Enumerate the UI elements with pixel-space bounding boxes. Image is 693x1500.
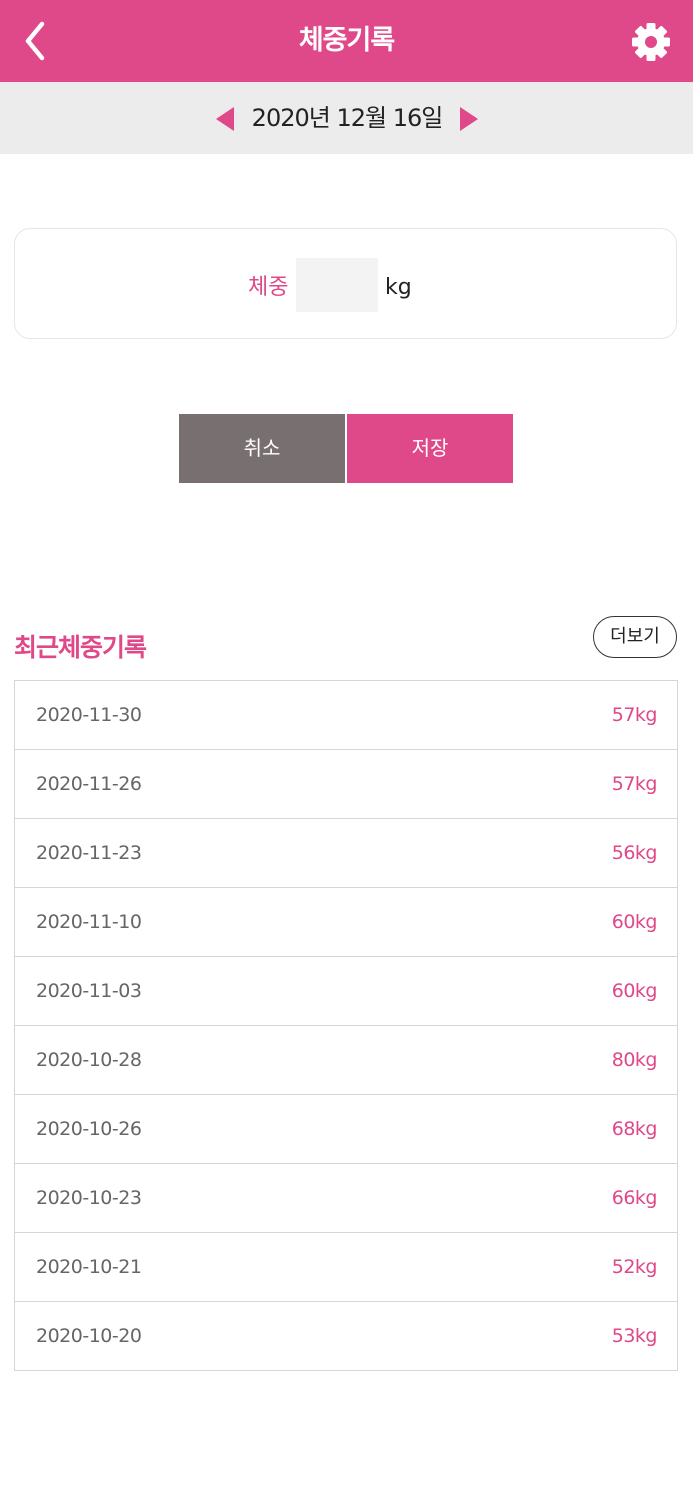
date-navigator: 2020년 12월 16일: [0, 82, 693, 154]
record-weight: 60kg: [611, 980, 658, 1002]
list-item: 2020-10-26 68kg: [15, 1095, 677, 1164]
record-weight: 57kg: [611, 773, 658, 795]
weight-label: 체중: [248, 275, 289, 300]
list-item: 2020-10-23 66kg: [15, 1164, 677, 1233]
record-date: 2020-11-30: [36, 704, 142, 726]
recent-records-title: 최근체중기록: [14, 633, 147, 662]
settings-button[interactable]: [631, 20, 671, 64]
gear-icon: [632, 23, 670, 61]
app-header: 체중기록: [0, 0, 693, 82]
list-item: 2020-10-21 52kg: [15, 1233, 677, 1302]
list-item: 2020-11-30 57kg: [15, 681, 677, 750]
record-weight: 53kg: [611, 1325, 658, 1347]
record-weight: 60kg: [611, 911, 658, 933]
record-weight: 52kg: [611, 1256, 658, 1278]
record-weight: 57kg: [611, 704, 658, 726]
record-date: 2020-11-10: [36, 911, 142, 933]
next-date-button[interactable]: [456, 106, 480, 132]
record-weight: 56kg: [611, 842, 658, 864]
list-item: 2020-11-26 57kg: [15, 750, 677, 819]
record-date: 2020-11-26: [36, 773, 142, 795]
weight-unit: kg: [385, 275, 412, 300]
weight-entry-card: 체중 kg: [14, 228, 677, 339]
cancel-button[interactable]: 취소: [179, 414, 345, 483]
save-button[interactable]: 저장: [347, 414, 513, 483]
list-item: 2020-11-23 56kg: [15, 819, 677, 888]
recent-records-list: 2020-11-30 57kg 2020-11-26 57kg 2020-11-…: [14, 680, 678, 1371]
record-weight: 68kg: [611, 1118, 658, 1140]
record-date: 2020-10-21: [36, 1256, 142, 1278]
triangle-right-icon: [460, 107, 478, 131]
record-date: 2020-10-20: [36, 1325, 142, 1347]
weight-input[interactable]: [296, 258, 378, 312]
current-date: 2020년 12월 16일: [251, 104, 444, 132]
page-title: 체중기록: [298, 25, 395, 56]
record-weight: 80kg: [611, 1049, 658, 1071]
record-date: 2020-11-03: [36, 980, 142, 1002]
record-weight: 66kg: [611, 1187, 658, 1209]
list-item: 2020-10-28 80kg: [15, 1026, 677, 1095]
record-date: 2020-10-23: [36, 1187, 142, 1209]
triangle-left-icon: [216, 107, 234, 131]
record-date: 2020-10-26: [36, 1118, 142, 1140]
list-item: 2020-11-03 60kg: [15, 957, 677, 1026]
record-date: 2020-11-23: [36, 842, 142, 864]
previous-date-button[interactable]: [214, 106, 238, 132]
record-date: 2020-10-28: [36, 1049, 142, 1071]
list-item: 2020-10-20 53kg: [15, 1302, 677, 1370]
more-button[interactable]: 더보기: [593, 616, 677, 658]
list-item: 2020-11-10 60kg: [15, 888, 677, 957]
